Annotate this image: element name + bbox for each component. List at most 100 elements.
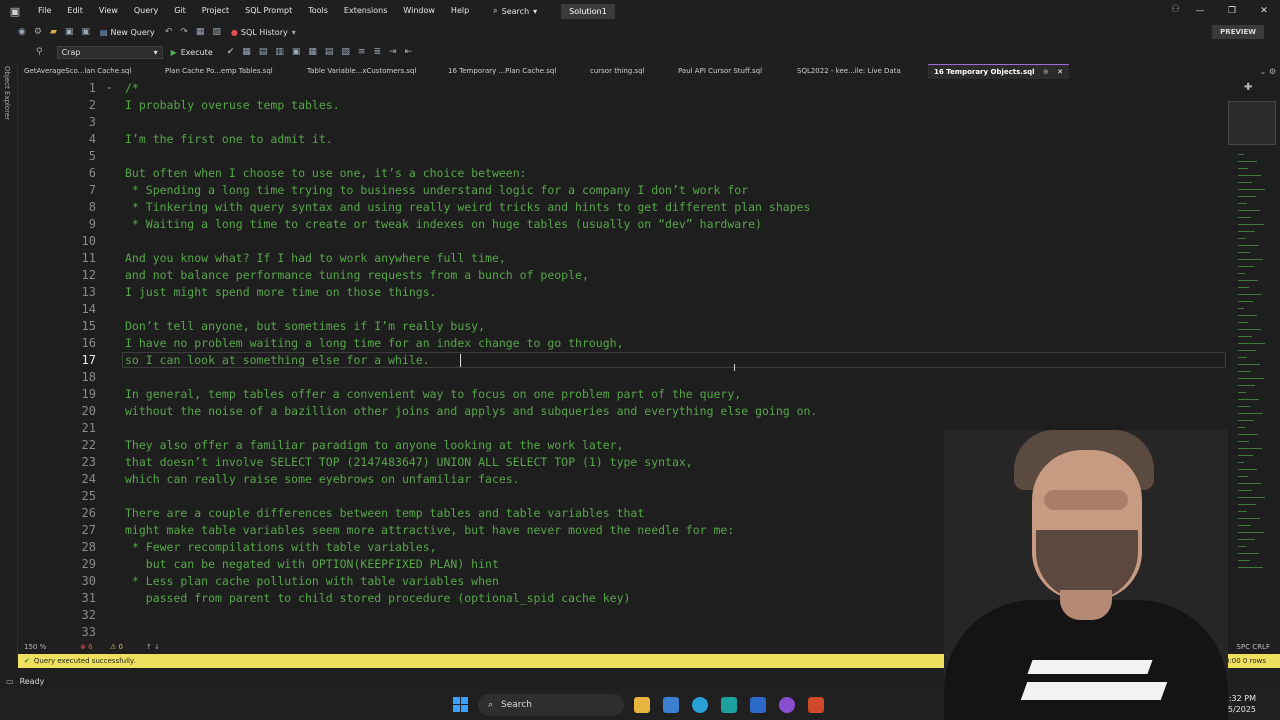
close-tab-icon[interactable]: ✕	[1057, 68, 1063, 76]
minimap-scrollbar[interactable]: ✚	[1228, 79, 1280, 640]
copilot-icon[interactable]	[721, 697, 737, 713]
object-explorer-label[interactable]: Object Explorer	[3, 66, 11, 120]
file-explorer-icon[interactable]	[634, 697, 650, 713]
query-options-icon[interactable]: ▤	[259, 47, 268, 57]
menu-query[interactable]: Query	[126, 0, 166, 22]
code-line[interactable]: But often when I choose to use one, it’s…	[125, 165, 527, 182]
error-count[interactable]: ⊗ 6	[80, 643, 93, 651]
warning-count[interactable]: ⚠ 0	[110, 643, 123, 651]
code-line[interactable]: which can really raise some eyebrows on …	[125, 471, 520, 488]
tab-document[interactable]: GetAverageSco...lan Cache.sql	[24, 64, 131, 79]
results-file-icon[interactable]: ▧	[341, 47, 350, 57]
tab-document[interactable]: SQL2022 - kee...ile: Live Data	[797, 64, 901, 79]
code-line[interactable]: * Fewer recompilations with table variab…	[125, 539, 437, 556]
edge-icon[interactable]	[692, 697, 708, 713]
connect-icon[interactable]: ⚲	[36, 47, 43, 57]
include-plan-icon[interactable]: ▣	[292, 47, 301, 57]
results-grid-icon[interactable]: ▦	[308, 47, 317, 57]
tab-document[interactable]: Plan Cache Po...emp Tables.sql	[165, 64, 273, 79]
code-line[interactable]: I have no problem waiting a long time fo…	[125, 335, 624, 352]
search-menu[interactable]: ⌕ Search ▾	[487, 6, 547, 16]
open-file-icon[interactable]: ▰	[50, 27, 57, 37]
ssms-logo-icon[interactable]: ▣	[0, 0, 30, 22]
close-icon[interactable]: ✕	[1248, 0, 1280, 22]
restore-icon[interactable]: ❐	[1216, 0, 1248, 22]
pin-icon[interactable]: ⊕	[1043, 68, 1049, 76]
code-line[interactable]: I probably overuse temp tables.	[125, 97, 340, 114]
code-line[interactable]: so I can look at something else for a wh…	[125, 352, 430, 369]
parse-icon[interactable]: ✔	[227, 47, 235, 57]
redo-icon[interactable]: ↷	[180, 27, 188, 37]
menu-file[interactable]: File	[30, 0, 59, 22]
remote-desktop-icon[interactable]	[750, 697, 766, 713]
zoom-level[interactable]: 150 %	[24, 643, 46, 651]
code-line[interactable]: but can be negated with OPTION(KEEPFIXED…	[125, 556, 499, 573]
tab-document[interactable]: Table Variable...xCustomers.sql	[307, 64, 416, 79]
code-line[interactable]: * Less plan cache pollution with table v…	[125, 573, 499, 590]
save-icon[interactable]: ▣	[65, 27, 74, 37]
undo-icon[interactable]: ↶	[165, 27, 173, 37]
tab-active-document[interactable]: 16 Temporary Objects.sql ⊕ ✕	[928, 64, 1070, 79]
windows-start-icon[interactable]	[453, 697, 469, 713]
nav-back-icon[interactable]: ◉	[18, 27, 26, 37]
code-line[interactable]: and not balance performance tuning reque…	[125, 267, 589, 284]
tab-document[interactable]: 16 Temporary ...Plan Cache.sql	[448, 64, 556, 79]
code-line[interactable]: I just might spend more time on those th…	[125, 284, 437, 301]
results-text-icon[interactable]: ▤	[325, 47, 334, 57]
code-line[interactable]: In general, temp tables offer a convenie…	[125, 386, 741, 403]
account-icon[interactable]: ⚇	[1171, 4, 1180, 15]
uncomment-icon[interactable]: ≣	[373, 47, 381, 57]
code-line[interactable]: I’m the first one to admit it.	[125, 131, 333, 148]
database-select[interactable]: Crap ▾	[56, 45, 163, 59]
menu-help[interactable]: Help	[443, 0, 477, 22]
powerpoint-icon[interactable]	[808, 697, 824, 713]
solution-name[interactable]: Solution1	[561, 3, 615, 19]
code-line[interactable]: They also offer a familiar paradigm to a…	[125, 437, 624, 454]
find-icon[interactable]: ▧	[212, 27, 221, 37]
issue-nav-arrows[interactable]: ↑ ↓	[146, 643, 160, 651]
tab-document[interactable]: cursor thing.sql	[590, 64, 644, 79]
line-ending-indicator[interactable]: SPC CRLF	[1237, 643, 1270, 651]
sql-history-button[interactable]: ● SQL History ▾	[231, 28, 296, 37]
minimize-icon[interactable]: —	[1184, 0, 1216, 22]
indent-icon[interactable]: ⇥	[389, 47, 397, 57]
intellisense-icon[interactable]: ▥	[275, 47, 284, 57]
minimap-viewport[interactable]	[1228, 101, 1276, 145]
comment-icon[interactable]: ≡	[358, 47, 366, 57]
code-line[interactable]: And you know what? If I had to work anyw…	[125, 250, 506, 267]
code-line[interactable]: that doesn’t involve SELECT TOP (2147483…	[125, 454, 693, 471]
preview-badge[interactable]: PREVIEW	[1212, 25, 1264, 39]
new-query-button[interactable]: ▤ New Query	[100, 28, 155, 37]
code-line[interactable]: might make table variables seem more att…	[125, 522, 734, 539]
object-explorer-rail[interactable]: Object Explorer	[0, 62, 18, 660]
debug-icon[interactable]: ▦	[196, 27, 205, 37]
display-plan-icon[interactable]: ▦	[242, 47, 251, 57]
menu-git[interactable]: Git	[166, 0, 194, 22]
menu-tools[interactable]: Tools	[300, 0, 336, 22]
taskbar-search[interactable]: ⌕ Search	[478, 694, 624, 716]
code-line[interactable]: without the noise of a bazillion other j…	[125, 403, 817, 420]
obs-icon[interactable]	[779, 697, 795, 713]
fold-chevron-icon[interactable]: ⌄	[106, 82, 113, 91]
menu-edit[interactable]: Edit	[59, 0, 91, 22]
code-line[interactable]: /*	[125, 80, 139, 97]
code-line[interactable]: Don’t tell anyone, but sometimes if I’m …	[125, 318, 485, 335]
code-line[interactable]: passed from parent to child stored proce…	[125, 590, 631, 607]
menu-window[interactable]: Window	[395, 0, 443, 22]
settings-icon[interactable]: ⚙	[34, 27, 42, 37]
split-editor-icon[interactable]: ✚	[1244, 82, 1252, 93]
code-line[interactable]: * Waiting a long time to create or tweak…	[125, 216, 762, 233]
tab-document[interactable]: Paul API Cursor Stuff.sql	[678, 64, 762, 79]
menu-project[interactable]: Project	[194, 0, 237, 22]
save-all-icon[interactable]: ▣	[81, 27, 90, 37]
ssms-taskbar-icon[interactable]	[663, 697, 679, 713]
menu-extensions[interactable]: Extensions	[336, 0, 395, 22]
menu-view[interactable]: View	[91, 0, 126, 22]
code-line[interactable]: * Spending a long time trying to busines…	[125, 182, 748, 199]
execute-button[interactable]: ▶ Execute	[171, 48, 213, 57]
code-line[interactable]: There are a couple differences between t…	[125, 505, 644, 522]
code-line[interactable]: * Tinkering with query syntax and using …	[125, 199, 811, 216]
menu-sql-prompt[interactable]: SQL Prompt	[237, 0, 300, 22]
tab-overflow-icon[interactable]: ⌄ ⚙	[1260, 64, 1276, 79]
outdent-icon[interactable]: ⇤	[405, 47, 413, 57]
